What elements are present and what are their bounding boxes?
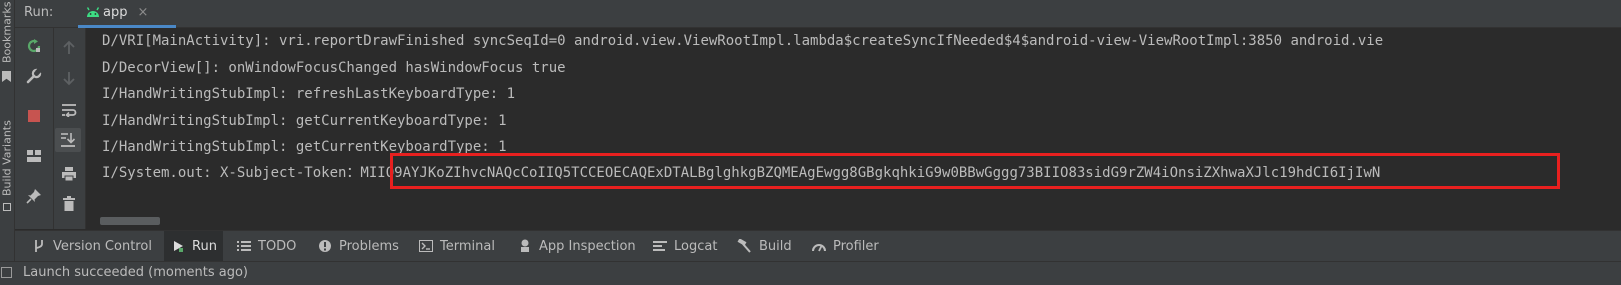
status-bar: Launch succeeded (moments ago) bbox=[0, 261, 1621, 285]
print-icon bbox=[62, 167, 76, 182]
close-icon[interactable]: × bbox=[137, 5, 148, 20]
tab-build[interactable]: Build bbox=[737, 231, 792, 261]
stop-button[interactable] bbox=[21, 104, 47, 128]
tab-version-control[interactable]: Version Control bbox=[31, 231, 152, 261]
info-icon bbox=[317, 238, 333, 254]
soft-wrap-button[interactable] bbox=[56, 98, 82, 122]
tool-window-bar: Version Control Run TODO Problems Termin… bbox=[15, 230, 1621, 261]
tab-label: Build bbox=[759, 238, 792, 254]
tab-profiler[interactable]: Profiler bbox=[811, 231, 879, 261]
tab-problems[interactable]: Problems bbox=[317, 231, 399, 261]
tab-label: Version Control bbox=[53, 238, 152, 254]
bookmark-icon bbox=[2, 71, 11, 82]
tab-run[interactable]: Run bbox=[164, 231, 223, 261]
print-button[interactable] bbox=[56, 162, 82, 186]
tab-label: App Inspection bbox=[539, 238, 636, 254]
horizontal-scrollbar[interactable] bbox=[100, 217, 160, 225]
run-toolbar-secondary bbox=[54, 28, 86, 229]
terminal-icon bbox=[418, 238, 434, 254]
bookmarks-label: Bookmarks bbox=[0, 1, 14, 63]
clear-all-button[interactable] bbox=[56, 192, 82, 216]
scroll-to-end-icon bbox=[61, 133, 76, 147]
up-arrow-icon bbox=[63, 40, 75, 54]
build-variants-icon bbox=[3, 203, 11, 211]
log-line: I/HandWritingStubImpl: refreshLastKeyboa… bbox=[102, 86, 516, 102]
tab-todo[interactable]: TODO bbox=[236, 231, 296, 261]
build-variants-tab[interactable]: Build Variants bbox=[0, 112, 14, 205]
next-occurrence-button[interactable] bbox=[56, 66, 82, 90]
android-icon bbox=[86, 7, 100, 17]
tab-label: Profiler bbox=[833, 238, 879, 254]
tab-logcat[interactable]: Logcat bbox=[652, 231, 717, 261]
rerun-icon bbox=[27, 39, 41, 53]
status-checkbox[interactable] bbox=[1, 267, 12, 278]
previous-occurrence-button[interactable] bbox=[56, 36, 82, 60]
bookmarks-tab[interactable]: Bookmarks bbox=[0, 0, 14, 64]
inspection-icon bbox=[517, 238, 533, 254]
run-tab-app[interactable]: app × bbox=[78, 0, 176, 28]
rerun-button[interactable] bbox=[21, 34, 47, 58]
scroll-to-end-button[interactable] bbox=[55, 128, 81, 152]
status-message: Launch succeeded (moments ago) bbox=[23, 265, 248, 280]
list-icon bbox=[236, 238, 252, 254]
left-tool-strip: Bookmarks Build Variants bbox=[0, 0, 15, 284]
pin-icon bbox=[26, 189, 41, 204]
wrench-icon bbox=[26, 68, 42, 84]
build-variants-label: Build Variants bbox=[0, 120, 14, 197]
tab-label: Problems bbox=[339, 238, 399, 254]
layout-button[interactable] bbox=[21, 144, 47, 168]
branch-icon bbox=[31, 238, 47, 254]
tab-terminal[interactable]: Terminal bbox=[418, 231, 495, 261]
gauge-icon bbox=[811, 238, 827, 254]
run-panel-label: Run: bbox=[24, 5, 54, 20]
pin-tab-button[interactable] bbox=[21, 184, 47, 208]
run-toolbar-primary bbox=[15, 28, 54, 229]
stop-icon bbox=[28, 110, 40, 122]
logcat-icon bbox=[652, 238, 668, 254]
trash-icon bbox=[63, 196, 75, 211]
down-arrow-icon bbox=[63, 72, 75, 86]
hammer-icon bbox=[737, 238, 753, 254]
run-panel-header: Run: app × bbox=[15, 0, 1621, 28]
play-icon bbox=[170, 238, 186, 254]
console-output[interactable]: D/VRI[MainActivity]: vri.reportDrawFinis… bbox=[86, 28, 1621, 229]
tab-label: Run bbox=[192, 238, 217, 254]
token-highlight-box bbox=[390, 153, 1560, 189]
tab-label: Terminal bbox=[440, 238, 495, 254]
log-line: I/HandWritingStubImpl: getCurrentKeyboar… bbox=[102, 113, 507, 129]
edit-configuration-button[interactable] bbox=[21, 64, 47, 88]
tab-app-inspection[interactable]: App Inspection bbox=[517, 231, 636, 261]
tab-label: TODO bbox=[258, 238, 297, 254]
run-tab-label: app bbox=[103, 5, 128, 20]
layout-icon bbox=[27, 150, 41, 162]
soft-wrap-icon bbox=[62, 104, 77, 117]
tab-label: Logcat bbox=[674, 238, 718, 254]
log-line: D/DecorView[]: onWindowFocusChanged hasW… bbox=[102, 60, 566, 76]
log-line: D/VRI[MainActivity]: vri.reportDrawFinis… bbox=[102, 33, 1384, 49]
